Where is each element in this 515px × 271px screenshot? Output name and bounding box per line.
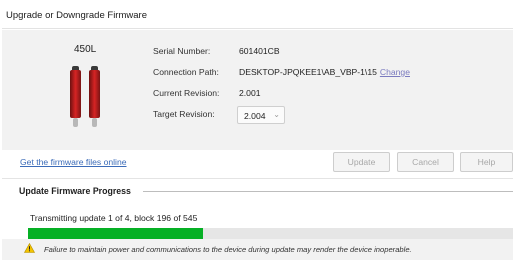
warning-text: Failure to maintain power and communicat… — [44, 245, 412, 254]
device-bar-left — [70, 70, 81, 118]
progress-section-title: Update Firmware Progress — [19, 186, 131, 196]
connection-path-label: Connection Path: — [153, 67, 219, 77]
target-revision-value: 2.004 — [244, 111, 266, 121]
cancel-button[interactable]: Cancel — [397, 152, 454, 172]
warning-icon — [23, 242, 36, 253]
device-bar-right — [89, 70, 100, 118]
target-revision-label: Target Revision: — [153, 109, 215, 119]
device-stem-right — [92, 118, 97, 127]
device-image — [60, 66, 112, 128]
progress-fill — [28, 228, 203, 239]
current-revision-value: 2.001 — [239, 88, 261, 98]
serial-number-value: 601401CB — [239, 46, 280, 56]
title-bar: Upgrade or Downgrade Firmware — [2, 2, 513, 29]
update-button[interactable]: Update — [333, 152, 390, 172]
section-divider — [143, 191, 513, 192]
divider — [2, 178, 513, 179]
target-revision-select[interactable]: 2.004 ⌄ — [237, 106, 285, 124]
help-button[interactable]: Help — [460, 152, 513, 172]
device-stem-left — [73, 118, 78, 127]
connection-path: DESKTOP-JPQKEE1\AB_VBP-1\15 Change — [239, 67, 410, 77]
connection-path-value: DESKTOP-JPQKEE1\AB_VBP-1\15 — [239, 67, 377, 77]
window-title: Upgrade or Downgrade Firmware — [6, 10, 147, 21]
progress-bar — [28, 228, 513, 239]
chevron-down-icon: ⌄ — [273, 110, 280, 119]
get-firmware-link[interactable]: Get the firmware files online — [20, 157, 127, 167]
progress-status-text: Transmitting update 1 of 4, block 196 of… — [30, 213, 198, 223]
current-revision-label: Current Revision: — [153, 88, 220, 98]
device-model: 450L — [74, 44, 97, 55]
serial-number-label: Serial Number: — [153, 46, 211, 56]
change-path-link[interactable]: Change — [380, 67, 410, 77]
